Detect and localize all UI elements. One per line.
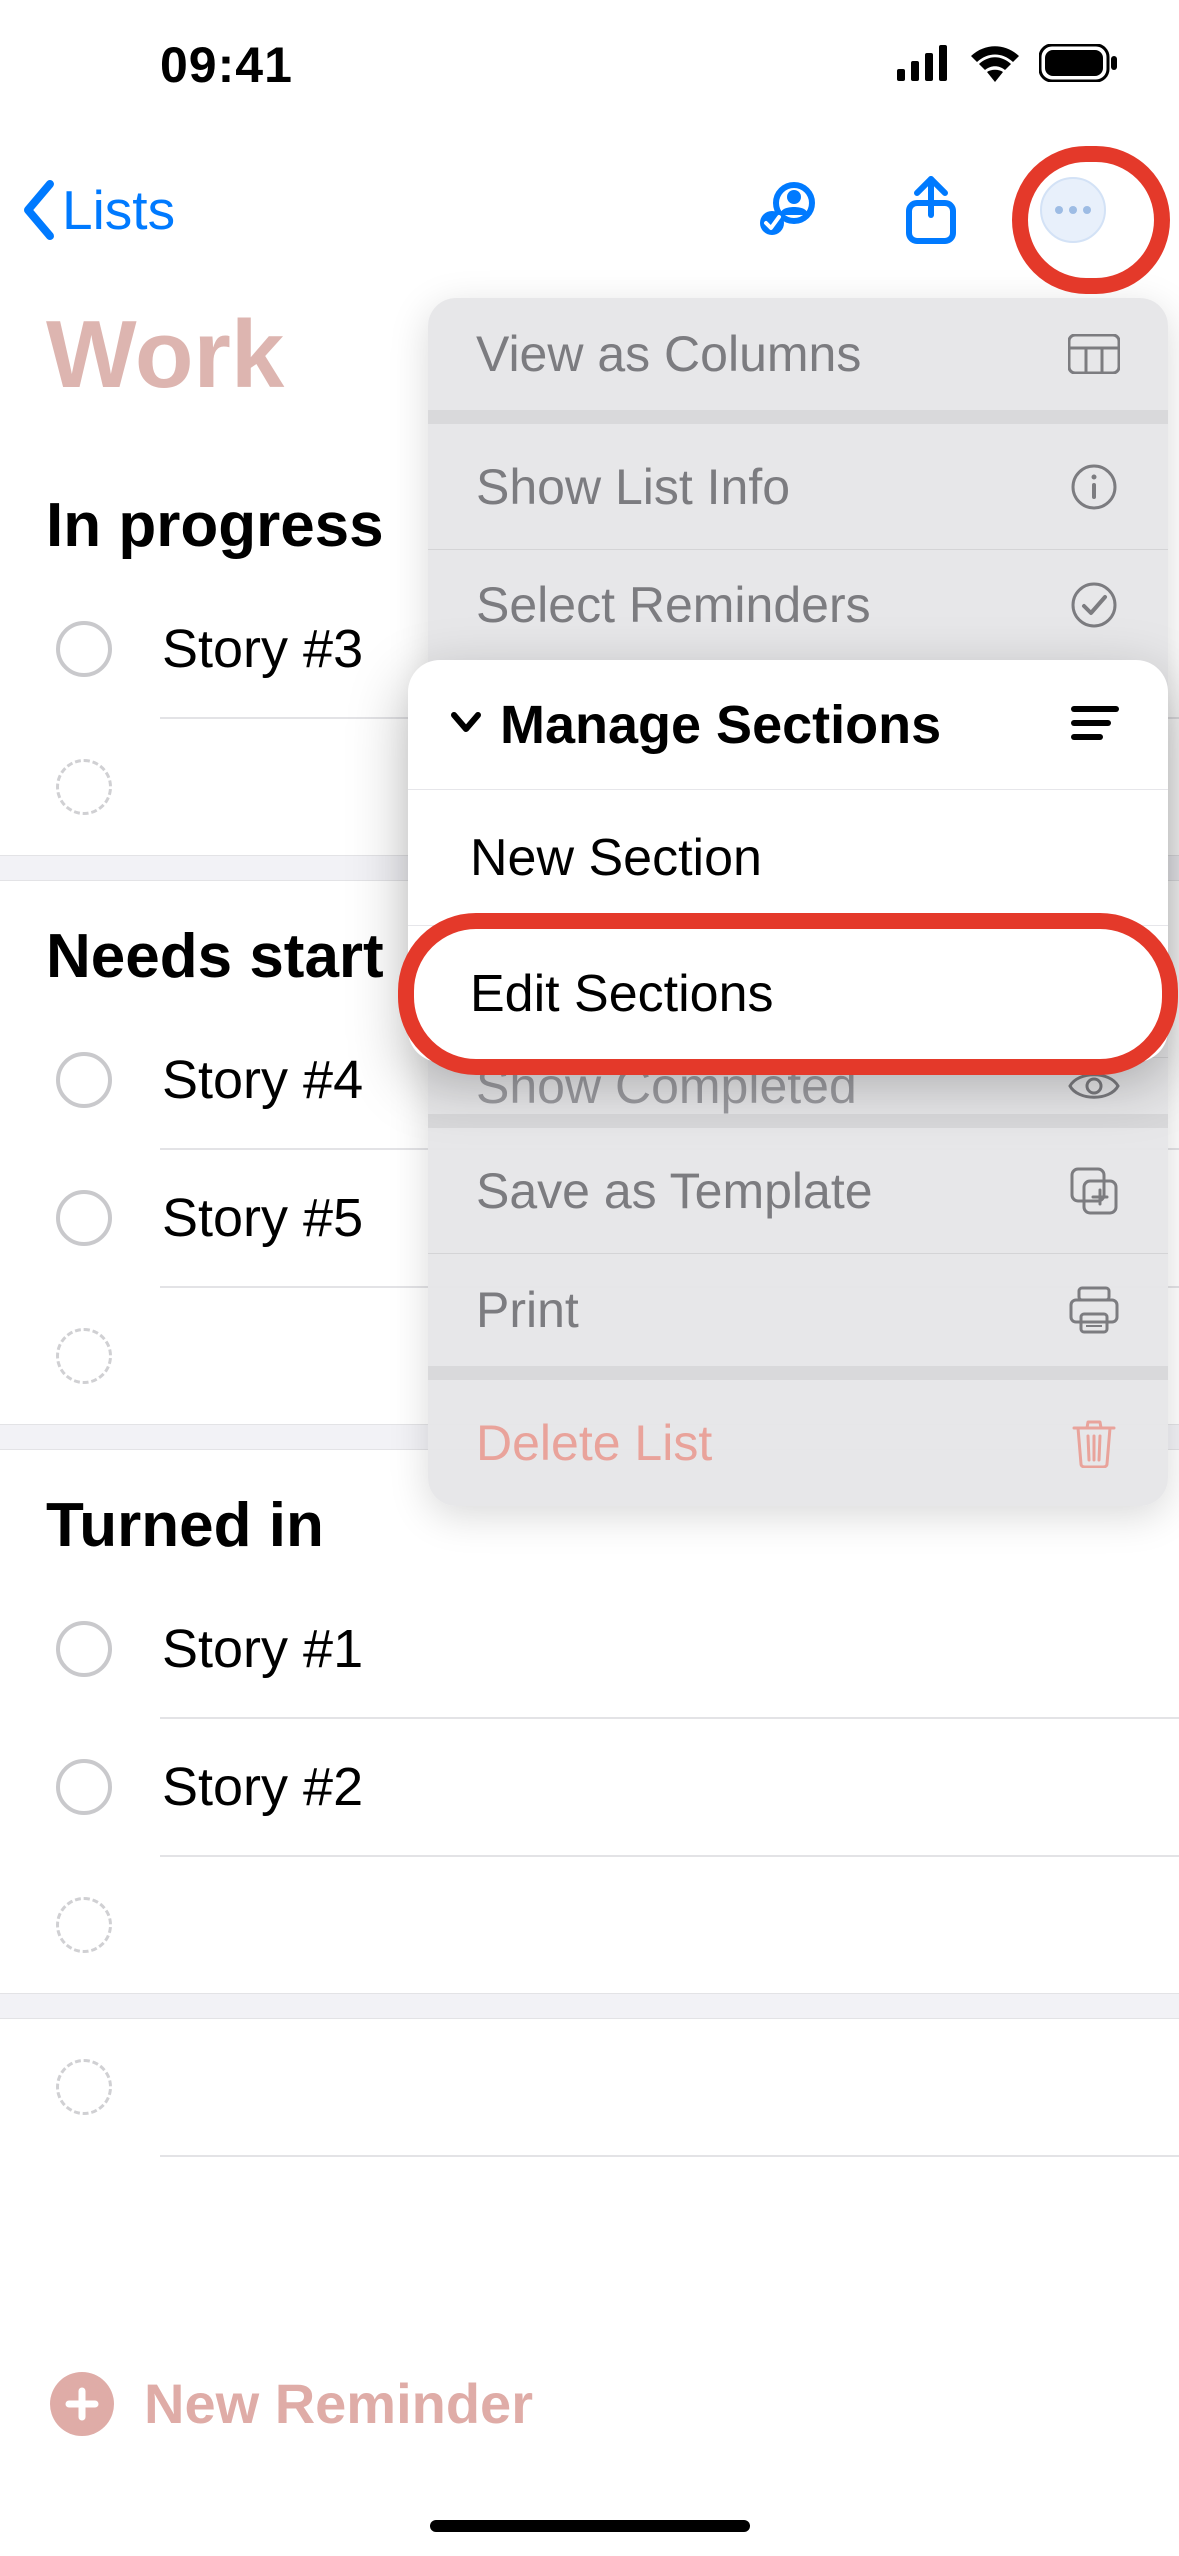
select-checkmark-icon: [1068, 579, 1120, 631]
complete-toggle[interactable]: [56, 1052, 112, 1108]
back-label: Lists: [62, 178, 175, 242]
reminder-row[interactable]: Story #1: [0, 1581, 1179, 1717]
new-reminder-label: New Reminder: [144, 2371, 533, 2436]
menu-print[interactable]: Print: [428, 1254, 1168, 1380]
menu-view-as-columns[interactable]: View as Columns: [428, 298, 1168, 424]
wifi-icon: [969, 44, 1021, 87]
battery-icon: [1039, 44, 1119, 87]
new-reminder-button[interactable]: New Reminder: [0, 2371, 1179, 2436]
collaborate-icon[interactable]: [753, 174, 825, 246]
submenu-label: Edit Sections: [470, 964, 774, 1024]
home-indicator[interactable]: [430, 2520, 750, 2532]
template-icon: [1068, 1165, 1120, 1217]
add-reminder-placeholder-icon: [56, 1897, 112, 1953]
add-reminder-placeholder-icon: [56, 1328, 112, 1384]
printer-icon: [1068, 1284, 1120, 1336]
menu-show-completed[interactable]: Show Completed: [428, 1058, 1168, 1128]
complete-toggle[interactable]: [56, 621, 112, 677]
reminder-title: Story #1: [162, 1618, 363, 1680]
add-reminder-placeholder-icon: [56, 759, 112, 815]
menu-label: Delete List: [476, 1414, 712, 1472]
menu-save-as-template[interactable]: Save as Template: [428, 1128, 1168, 1254]
submenu-edit-sections[interactable]: Edit Sections: [408, 926, 1168, 1062]
complete-toggle[interactable]: [56, 1759, 112, 1815]
cellular-icon: [897, 45, 951, 86]
status-icons: [897, 44, 1119, 87]
eye-icon: [1068, 1060, 1120, 1112]
list-title: Work: [46, 300, 284, 410]
menu-label: View as Columns: [476, 325, 861, 383]
section-gap: [0, 1993, 1179, 2019]
complete-toggle[interactable]: [56, 1190, 112, 1246]
submenu-new-section[interactable]: New Section: [408, 790, 1168, 926]
sections-icon: [1070, 694, 1120, 756]
reminder-title: Story #3: [162, 618, 363, 680]
reminder-row[interactable]: Story #2: [0, 1719, 1179, 1855]
reminder-row-placeholder[interactable]: [0, 1857, 1179, 1993]
nav-bar: Lists: [0, 150, 1179, 270]
submenu-label: New Section: [470, 828, 762, 888]
submenu-header-label: Manage Sections: [500, 694, 941, 756]
reminders-screen: 09:41 Lists: [0, 0, 1179, 2556]
menu-delete-list[interactable]: Delete List: [428, 1380, 1168, 1506]
menu-label: Select Reminders: [476, 576, 871, 634]
menu-show-list-info[interactable]: Show List Info: [428, 424, 1168, 550]
more-button[interactable]: [1037, 174, 1109, 246]
manage-sections-submenu: Manage Sections New Section Edit Section…: [408, 660, 1168, 1062]
divider: [160, 2155, 1179, 2157]
columns-icon: [1068, 328, 1120, 380]
chevron-down-icon: [444, 694, 488, 756]
menu-label: Print: [476, 1281, 579, 1339]
reminder-title: Story #2: [162, 1756, 363, 1818]
reminder-row-placeholder[interactable]: [0, 2019, 1179, 2155]
menu-label: Show List Info: [476, 458, 790, 516]
back-button[interactable]: Lists: [20, 178, 175, 242]
share-icon[interactable]: [895, 174, 967, 246]
submenu-header-manage-sections[interactable]: Manage Sections: [408, 660, 1168, 790]
reminder-title: Story #5: [162, 1187, 363, 1249]
complete-toggle[interactable]: [56, 1621, 112, 1677]
plus-icon: [50, 2372, 114, 2436]
status-bar: 09:41: [0, 0, 1179, 130]
nav-actions: [753, 174, 1109, 246]
status-time: 09:41: [160, 36, 293, 94]
add-reminder-placeholder-icon: [56, 2059, 112, 2115]
menu-select-reminders[interactable]: Select Reminders: [428, 550, 1168, 660]
trash-icon: [1068, 1417, 1120, 1469]
menu-label: Show Completed: [476, 1057, 857, 1115]
info-icon: [1068, 461, 1120, 513]
menu-label: Save as Template: [476, 1162, 873, 1220]
reminder-title: Story #4: [162, 1049, 363, 1111]
